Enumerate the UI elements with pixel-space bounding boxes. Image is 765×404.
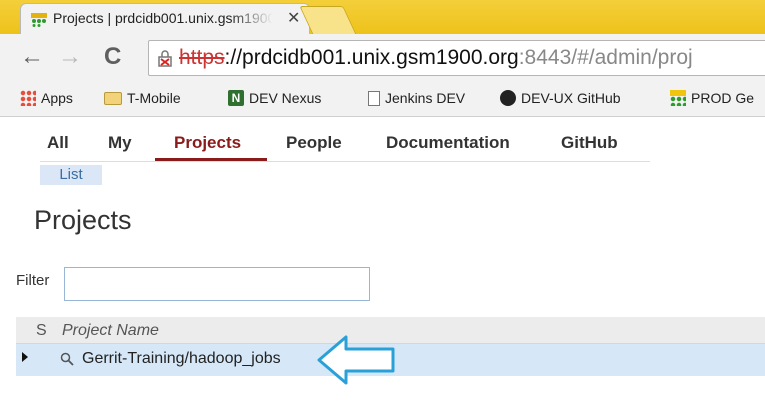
subnav-list[interactable]: List: [40, 165, 102, 185]
nav-tab-my[interactable]: My: [108, 133, 132, 153]
bookmark-label: T-Mobile: [127, 90, 181, 106]
project-name-link[interactable]: Gerrit-Training/hadoop_jobs: [82, 350, 281, 368]
address-bar[interactable]: https://prdcidb001.unix.gsm1900.org:8443…: [148, 40, 765, 76]
close-tab-icon[interactable]: ✕: [287, 8, 300, 28]
url-host: ://prdcidb001.unix.gsm1900.org: [224, 46, 519, 69]
bookmark-apps[interactable]: Apps: [20, 90, 73, 106]
bookmark-label: DEV-UX GitHub: [521, 90, 621, 106]
bookmark-label: Jenkins DEV: [385, 90, 466, 106]
nav-tab-people[interactable]: People: [286, 133, 342, 153]
bookmark-label: PROD Ge: [691, 90, 755, 106]
bookmark-dev-ux-github[interactable]: DEV-UX GitHub: [500, 90, 621, 106]
browser-toolbar: ← → C https://prdcidb001.unix.gsm1900.or…: [0, 34, 765, 82]
bookmark-label: DEV Nexus: [249, 90, 322, 106]
bookmark-dev-nexus[interactable]: N DEV Nexus: [228, 90, 321, 106]
browser-tab[interactable]: Projects | prdcidb001.unix.gsm1900.org ✕: [20, 3, 310, 34]
forward-arrow-icon[interactable]: →: [58, 44, 82, 70]
apps-grid-icon: [20, 90, 36, 106]
column-header-state: S: [36, 322, 47, 339]
folder-icon: [104, 91, 122, 105]
bookmark-jenkins-dev[interactable]: Jenkins DEV: [368, 90, 465, 106]
expand-triangle-icon[interactable]: [22, 352, 28, 362]
nav-tab-documentation[interactable]: Documentation: [386, 133, 510, 153]
annotation-arrow-icon: [317, 335, 395, 385]
back-arrow-icon[interactable]: ←: [20, 44, 44, 70]
filter-input[interactable]: [64, 267, 370, 301]
page-title: Projects: [34, 205, 132, 235]
nav-tab-github[interactable]: GitHub: [561, 133, 618, 153]
column-header-project-name: Project Name: [62, 322, 159, 339]
insecure-lock-icon: [158, 50, 172, 67]
github-icon: [500, 90, 516, 106]
top-navigation: All My Projects People Documentation Git…: [40, 133, 650, 162]
url-scheme: https: [179, 46, 225, 69]
nav-tab-all[interactable]: All: [47, 133, 69, 153]
tab-strip: Projects | prdcidb001.unix.gsm1900.org ✕: [0, 0, 765, 35]
gerrit-icon: [670, 90, 686, 106]
bookmark-label: Apps: [41, 90, 73, 106]
search-icon[interactable]: [60, 352, 74, 366]
active-tab-indicator: [155, 158, 267, 161]
bookmarks-bar: Apps T-Mobile N DEV Nexus Jenkins DEV DE…: [0, 82, 765, 117]
url-text: https://prdcidb001.unix.gsm1900.org:8443…: [179, 46, 693, 70]
filter-label: Filter: [16, 272, 50, 289]
bookmark-prod-gerrit[interactable]: PROD Ge: [670, 90, 754, 106]
gerrit-favicon-icon: [31, 13, 47, 27]
page-icon: [368, 90, 380, 106]
tab-title: Projects | prdcidb001.unix.gsm1900.org: [53, 10, 273, 26]
url-path: :8443/#/admin/proj: [518, 46, 693, 69]
nexus-icon: N: [228, 90, 244, 106]
nav-tab-projects[interactable]: Projects: [174, 133, 241, 153]
reload-icon[interactable]: C: [104, 44, 121, 70]
bookmark-tmobile[interactable]: T-Mobile: [104, 90, 181, 106]
page-content: All My Projects People Documentation Git…: [0, 117, 765, 404]
